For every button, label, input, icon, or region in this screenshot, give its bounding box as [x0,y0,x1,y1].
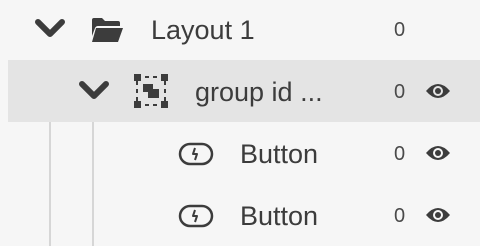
layers-tree: Layout 1 0 group id ... 0 Button 0 Butto… [0,0,480,246]
eye-icon[interactable] [425,144,451,162]
chevron-down-icon[interactable] [34,18,66,40]
layer-name: Layout 1 [151,15,255,45]
layer-row-layout[interactable]: Layout 1 0 [0,0,480,62]
layer-name: Button [240,139,319,169]
layer-name: Button [240,201,319,231]
eye-icon[interactable] [425,82,451,100]
layer-name: group id ... [195,77,323,107]
layer-row-button[interactable]: Button 0 [0,122,480,184]
chevron-down-icon[interactable] [78,80,110,102]
button-component-icon [178,142,214,166]
layer-count: 0 [394,205,406,227]
eye-icon[interactable] [425,206,451,224]
layer-row-group[interactable]: group id ... 0 [8,60,480,122]
folder-open-icon [90,16,124,44]
layer-count: 0 [394,143,406,165]
button-component-icon [178,204,214,228]
layer-row-button[interactable]: Button 0 [0,184,480,246]
layer-count: 0 [394,81,406,103]
group-icon [134,74,168,108]
layer-count: 0 [394,19,406,41]
